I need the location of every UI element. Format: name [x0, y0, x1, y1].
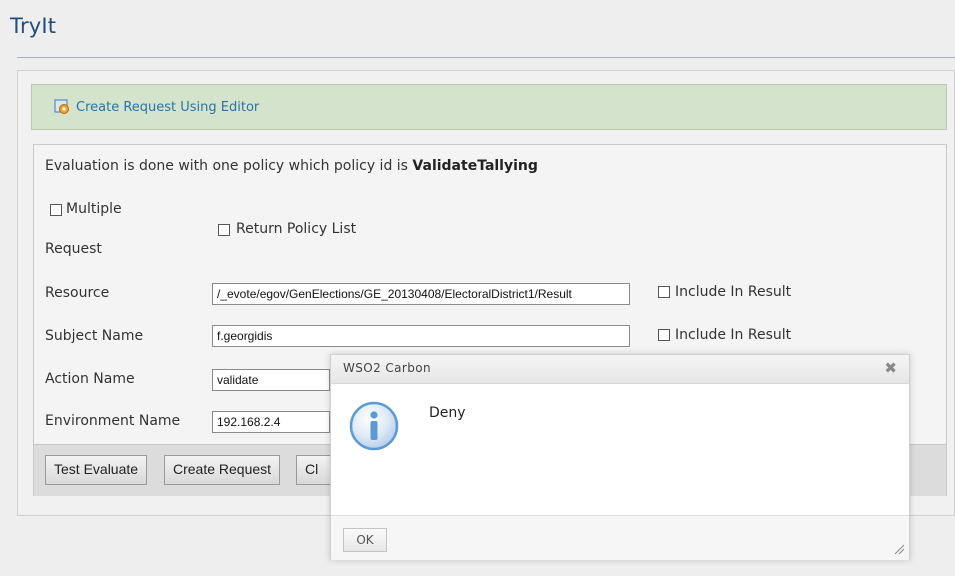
resource-include-label: Include In Result: [675, 284, 792, 300]
subject-name-input[interactable]: f.georgidis: [212, 325, 630, 347]
editor-bar: Create Request Using Editor: [31, 84, 947, 130]
multiple-request-checkbox[interactable]: [50, 204, 62, 216]
multiple-request-label-line1: Multiple: [66, 201, 122, 217]
message-dialog: WSO2 Carbon ✖ Deny OK: [330, 354, 910, 560]
environment-name-input[interactable]: 192.168.2.4: [212, 411, 330, 433]
subject-include-label: Include In Result: [675, 327, 792, 343]
evaluation-info: Evaluation is done with one policy which…: [45, 158, 538, 174]
dialog-footer: OK: [331, 515, 909, 560]
close-icon[interactable]: ✖: [884, 359, 897, 377]
create-request-editor-link[interactable]: Create Request Using Editor: [54, 99, 259, 115]
ok-button[interactable]: OK: [343, 528, 387, 552]
return-policy-list-checkbox[interactable]: [218, 224, 230, 236]
clear-button[interactable]: Cl: [296, 455, 330, 485]
subject-name-label: Subject Name: [45, 328, 144, 344]
policy-id: ValidateTallying: [412, 158, 538, 174]
create-request-editor-label: Create Request Using Editor: [76, 99, 260, 115]
action-name-label: Action Name: [45, 371, 135, 387]
subject-include-checkbox[interactable]: [658, 329, 670, 341]
resource-input[interactable]: /_evote/egov/GenElections/GE_20130408/El…: [212, 283, 630, 305]
resource-include-checkbox[interactable]: [658, 286, 670, 298]
resize-grip-icon[interactable]: [893, 543, 905, 555]
dialog-title: WSO2 Carbon: [343, 361, 432, 375]
resource-label: Resource: [45, 285, 110, 301]
action-name-input[interactable]: validate: [212, 369, 330, 391]
editor-gear-icon: [54, 99, 69, 114]
return-policy-list-label: Return Policy List: [236, 221, 357, 237]
dialog-message: Deny: [429, 405, 466, 421]
page-title: TryIt: [10, 14, 57, 38]
multiple-request-label-line2: Request: [45, 241, 102, 257]
test-evaluate-button[interactable]: Test Evaluate: [45, 455, 148, 485]
dialog-titlebar[interactable]: WSO2 Carbon ✖: [331, 355, 909, 384]
info-icon: [349, 401, 399, 451]
title-divider: [17, 57, 955, 58]
environment-name-label: Environment Name: [45, 413, 181, 429]
create-request-button[interactable]: Create Request: [164, 455, 281, 485]
evaluation-prefix: Evaluation is done with one policy which…: [45, 158, 413, 174]
